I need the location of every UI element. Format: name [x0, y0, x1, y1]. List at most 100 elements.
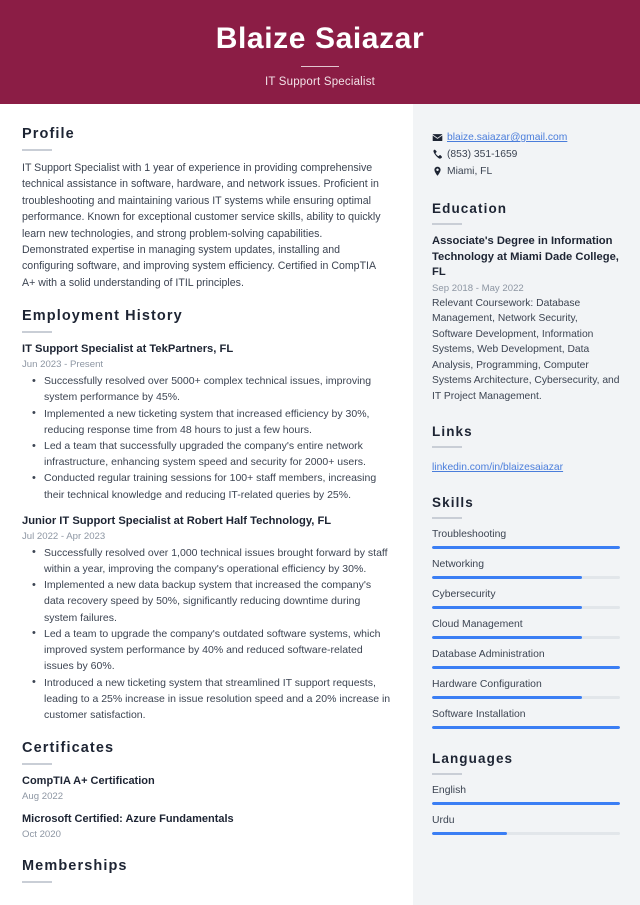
candidate-job-title: IT Support Specialist	[264, 76, 376, 88]
section-rule	[432, 516, 462, 519]
section-rule	[22, 763, 52, 766]
language-item: English	[432, 784, 620, 805]
employment-entry: Junior IT Support Specialist at Robert H…	[22, 514, 391, 723]
certificate-name: CompTIA A+ Certification	[22, 775, 155, 788]
skill-label: Database Administration	[432, 648, 545, 660]
skill-bar-track	[432, 635, 620, 639]
skill-bar-fill	[432, 725, 620, 729]
skill-item: Troubleshooting	[432, 528, 620, 549]
skill-item: Networking	[432, 558, 620, 579]
header-divider	[301, 66, 339, 67]
envelope-icon	[432, 132, 447, 143]
skill-bar-track	[432, 575, 620, 579]
language-bar-fill	[432, 831, 508, 835]
skill-item: Software Installation	[432, 708, 620, 729]
certificate-entry: CompTIA A+ Certification Aug 2022	[22, 774, 391, 802]
section-languages: Languages English Urdu	[432, 751, 620, 835]
list-item: Introduced a new ticketing system that s…	[22, 674, 391, 724]
contact-block: blaize.saiazar@gmail.com (853) 351-1659	[432, 132, 620, 177]
education-date: Sep 2018 - May 2022	[432, 282, 524, 294]
skill-bar-fill	[432, 605, 583, 609]
skill-bar-track	[432, 545, 620, 549]
phone-value: (853) 351-1659	[447, 149, 518, 160]
skill-bar-track	[432, 665, 620, 669]
list-item: Implemented a new ticketing system that …	[22, 405, 391, 438]
skill-item: Cloud Management	[432, 618, 620, 639]
certificate-date: Aug 2022	[22, 791, 64, 803]
resume-header-banner: Blaize Saiazar IT Support Specialist	[0, 0, 640, 104]
section-profile: Profile IT Support Specialist with 1 yea…	[22, 126, 391, 291]
skill-bar-fill	[432, 635, 583, 639]
contact-row-phone: (853) 351-1659	[432, 149, 620, 160]
skill-bar-track	[432, 725, 620, 729]
sidebar-column: blaize.saiazar@gmail.com (853) 351-1659	[413, 104, 640, 905]
section-rule	[22, 149, 52, 151]
skill-label: Cybersecurity	[432, 588, 496, 600]
skill-bar-fill	[432, 665, 620, 669]
employment-bullet-list: Successfully resolved over 5000+ complex…	[22, 373, 391, 503]
list-item: Implemented a new data backup system tha…	[22, 577, 391, 626]
email-link[interactable]: blaize.saiazar@gmail.com	[447, 132, 567, 143]
skill-item: Hardware Configuration	[432, 678, 620, 699]
skill-item: Database Administration	[432, 648, 620, 669]
section-memberships: Memberships	[22, 858, 391, 884]
education-description: Relevant Coursework: Database Management…	[432, 297, 620, 403]
list-item: Successfully resolved over 5000+ complex…	[22, 373, 391, 405]
section-links: Links linkedin.com/in/blaizesaiazar	[432, 424, 620, 475]
section-rule	[22, 331, 52, 334]
resume-body: Profile IT Support Specialist with 1 yea…	[0, 104, 640, 905]
certificate-date: Oct 2020	[22, 829, 61, 841]
list-item: Successfully resolved over 1,000 technic…	[22, 544, 391, 577]
language-bar-track	[432, 831, 620, 835]
section-heading-skills: Skills	[432, 494, 474, 510]
language-bar-track	[432, 801, 620, 805]
skill-label: Hardware Configuration	[432, 678, 542, 690]
list-item: Led a team to upgrade the company's outd…	[22, 625, 391, 675]
main-column: Profile IT Support Specialist with 1 yea…	[0, 104, 413, 905]
skill-bar-fill	[432, 695, 583, 699]
section-rule	[22, 881, 52, 884]
phone-icon	[432, 149, 447, 160]
skill-bar-fill	[432, 575, 583, 579]
employment-date: Jul 2022 - Apr 2023	[22, 530, 106, 542]
education-title: Associate's Degree in Information Techno…	[432, 235, 619, 278]
section-rule	[432, 445, 462, 448]
section-heading-memberships: Memberships	[22, 858, 128, 875]
location-pin-icon	[432, 166, 447, 177]
candidate-name: Blaize Saiazar	[215, 22, 425, 55]
skill-item: Cybersecurity	[432, 588, 620, 609]
section-heading-languages: Languages	[432, 750, 514, 766]
list-item: Led a team that successfully upgraded th…	[22, 438, 391, 470]
language-label: Urdu	[432, 814, 455, 826]
employment-bullet-list: Successfully resolved over 1,000 technic…	[22, 544, 391, 724]
section-heading-links: Links	[432, 423, 473, 439]
skill-label: Networking	[432, 558, 484, 570]
linkedin-link[interactable]: linkedin.com/in/blaizesaiazar	[432, 462, 563, 473]
skill-label: Software Installation	[432, 708, 526, 720]
list-item: Conducted regular training sessions for …	[22, 470, 391, 502]
profile-text: IT Support Specialist with 1 year of exp…	[22, 162, 381, 289]
resume-page: Blaize Saiazar IT Support Specialist Pro…	[0, 0, 640, 905]
skill-bar-track	[432, 605, 620, 609]
section-certificates: Certificates CompTIA A+ Certification Au…	[22, 740, 391, 840]
employment-date: Jun 2023 - Present	[22, 359, 104, 371]
section-heading-education: Education	[432, 201, 508, 216]
certificate-name: Microsoft Certified: Azure Fundamentals	[22, 813, 234, 826]
section-employment-history: Employment History IT Support Specialist…	[22, 308, 391, 723]
contact-row-email: blaize.saiazar@gmail.com	[432, 132, 620, 143]
language-label: English	[432, 784, 467, 796]
skill-bar-track	[432, 695, 620, 699]
contact-row-location: Miami, FL	[432, 166, 620, 177]
section-heading-certificates: Certificates	[22, 740, 115, 757]
certificate-entry: Microsoft Certified: Azure Fundamentals …	[22, 812, 391, 840]
section-skills: Skills Troubleshooting Networking Cybers…	[432, 495, 620, 729]
location-value: Miami, FL	[447, 166, 493, 177]
employment-title: IT Support Specialist at TekPartners, FL	[22, 343, 234, 356]
skill-label: Troubleshooting	[432, 528, 507, 540]
employment-entry: IT Support Specialist at TekPartners, FL…	[22, 342, 391, 503]
section-heading-employment: Employment History	[22, 308, 183, 325]
language-bar-fill	[432, 801, 620, 805]
section-rule	[432, 223, 462, 225]
language-item: Urdu	[432, 814, 620, 835]
employment-title: Junior IT Support Specialist at Robert H…	[22, 514, 332, 527]
